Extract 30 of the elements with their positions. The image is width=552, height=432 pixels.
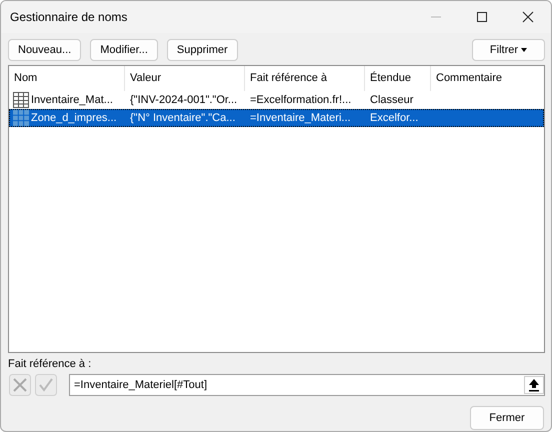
- table-cell-text: =Excelformation.fr!...: [249, 94, 352, 106]
- table-icon: [13, 92, 29, 108]
- table-cell-text: {"INV-2024-001"."Or...: [129, 94, 238, 106]
- maximize-icon[interactable]: [476, 11, 488, 23]
- table-cell: Zone_d_impres...: [9, 110, 125, 126]
- toolbar-button[interactable]: Supprimer: [166, 39, 238, 61]
- grid-icon: [13, 110, 29, 126]
- refers-to-field[interactable]: =Inventaire_Materiel[#Tout]: [69, 374, 545, 396]
- table-cell-text: Excelfor...: [369, 112, 420, 124]
- close-icon[interactable]: [522, 11, 534, 23]
- table-cell: Inventaire_Mat...: [9, 92, 125, 108]
- filter-button[interactable]: Filtrer: [472, 39, 545, 61]
- list-row[interactable]: Inventaire_Mat... {"INV-2024-001"."Or... =Excelformation.fr!... Classeur: [9, 91, 544, 109]
- refers-to-label: Fait référence à :: [8, 358, 92, 370]
- caret-icon: [521, 48, 528, 52]
- table-cell-text: Classeur: [369, 94, 414, 106]
- collapse-icon[interactable]: [524, 376, 544, 394]
- column-header[interactable]: Nom: [9, 66, 125, 91]
- table-cell-text: =Inventaire_Materi...: [249, 112, 352, 124]
- list-row[interactable]: Zone_d_impres... {"N° Inventaire"."Ca... =Inventaire_Materi... Excelfor...: [9, 109, 544, 127]
- close-button[interactable]: Fermer: [470, 406, 544, 430]
- column-header[interactable]: Commentaire: [431, 66, 544, 91]
- toolbar-button[interactable]: Modifier...: [90, 39, 158, 61]
- column-header[interactable]: Fait référence à: [245, 66, 365, 91]
- column-header[interactable]: Valeur: [125, 66, 245, 91]
- column-header[interactable]: Étendue: [365, 66, 431, 91]
- check-icon[interactable]: [35, 374, 57, 396]
- window-title: Gestionnaire de noms: [10, 10, 128, 24]
- toolbar-button[interactable]: Nouveau...: [8, 39, 82, 61]
- table-cell-text: {"N° Inventaire"."Ca...: [129, 112, 236, 124]
